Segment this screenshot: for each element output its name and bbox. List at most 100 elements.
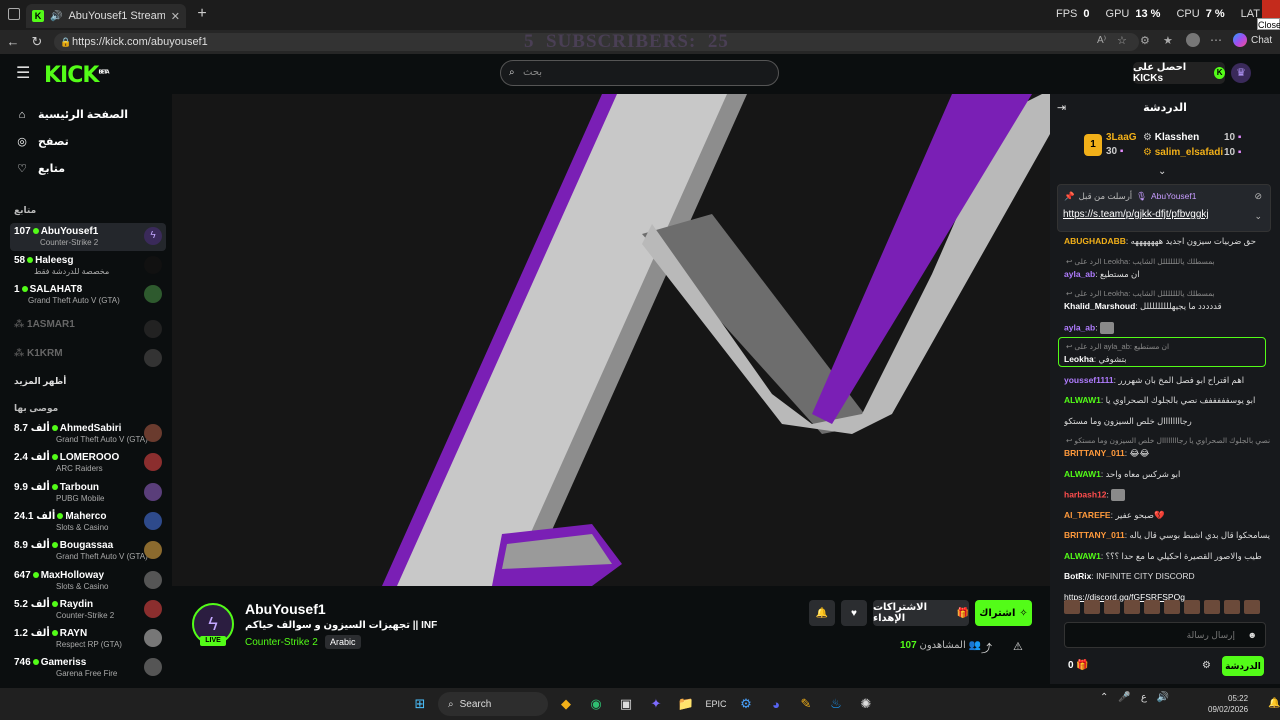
sidebar-channel-salahat8[interactable]: 1 SALAHAT8 Grand Theft Auto V (GTA) [10,281,166,309]
emote-icon[interactable] [1084,600,1100,614]
copilot-chat-button[interactable]: Chat [1233,33,1272,47]
favorite-icon[interactable]: ☆ [1117,34,1127,47]
start-icon[interactable]: ⊞ [408,692,432,716]
chat-message[interactable]: Leokha: بتشوفي [1064,354,1270,365]
gifter-1[interactable]: 3LaaG [1106,132,1137,143]
extensions-icon[interactable]: ⚙ [1140,34,1150,47]
pinned-message[interactable]: 📌 أرسلت من قبل 🎙 AbuYousef1 https://s.te… [1057,184,1271,232]
steam-icon[interactable]: ♨ [824,692,848,716]
edge-icon[interactable]: ◉ [584,692,608,716]
user-avatar[interactable]: ♛ [1231,63,1251,83]
chatgpt-icon[interactable]: ✺ [854,692,878,716]
profile-avatar[interactable] [1186,33,1200,47]
sidebar-recommended-raydin[interactable]: 5.2 ألف Raydin Counter-Strike 2 [10,596,166,624]
chat-message[interactable]: BotRix: INFINITE CITY DISCORD [1064,571,1270,581]
chat-message[interactable]: ayla_ab: ان مستطيع [1064,269,1270,280]
gifter-2[interactable]: ⚙ Klasshen [1143,132,1199,143]
chat-input[interactable]: إرسال رسالة ☻ [1064,622,1266,648]
chat-message[interactable]: BRITTANY_011: الله يسامحكوا قال بدي اشبط… [1064,530,1270,541]
store-icon[interactable]: ▣ [614,692,638,716]
language-indicator[interactable]: ع [1141,692,1147,703]
emote-icon[interactable] [1204,600,1220,614]
share-icon[interactable]: ⤴ [981,640,992,656]
notification-icon[interactable]: 🔔 [1268,698,1280,709]
notification-bell-button[interactable]: 🔔 [809,600,835,626]
refresh-icon[interactable]: ↻ [28,33,46,51]
window-close-icon[interactable] [1262,0,1280,18]
sidebar-recommended-gameriss[interactable]: 746 Gameriss Garena Free Fire [10,654,166,682]
sidebar-recommended-lomerooo[interactable]: 2.4 ألف LOMEROOO ARC Raiders [10,449,166,477]
chat-message[interactable]: Al_TAREFE: صبحو عفير💔 [1064,510,1270,521]
follow-heart-button[interactable]: ♥ [841,600,867,626]
language-tag[interactable]: Arabic [325,635,361,649]
expand-gifters-icon[interactable]: ⌄ [1158,166,1166,177]
emote-icon[interactable] [1224,600,1240,614]
read-aloud-icon[interactable]: A⁾ [1097,35,1106,46]
discord-icon[interactable]: ◕ [764,692,788,716]
emote-icon[interactable] [1184,600,1200,614]
emote-icon[interactable] [1144,600,1160,614]
sidebar-recommended-maxholloway[interactable]: 647 MaxHolloway Slots & Casino [10,567,166,595]
more-icon[interactable]: ⋯ [1210,33,1222,47]
gift-subs-button[interactable]: الاشتراكات الإهداء 🎁 [873,600,969,626]
emoji-icon[interactable]: ☻ [1248,623,1257,647]
sidebar-channel-abuyousef1[interactable]: 107 AbuYousef1 Counter-Strike 2 ϟ [10,223,166,251]
sidebar-recommended-maherco[interactable]: 24.1 ألف Maherco Slots & Casino [10,508,166,536]
chat-message[interactable]: ALWAW1: ابو شركس معاه واحد [1064,469,1270,480]
gifter-3[interactable]: ⚙ salim_elsafadi [1143,147,1223,158]
hamburger-menu-icon[interactable]: ☰ [16,66,32,82]
streamer-name[interactable]: AbuYousef1 [245,601,326,617]
sidebar-recommended-bougassaa[interactable]: 8.9 ألف Bougassaa Grand Theft Auto V (GTA) [10,537,166,565]
collections-icon[interactable]: ★ [1163,34,1173,47]
show-more-link[interactable]: أظهر المزيد [14,376,66,387]
video-player[interactable] [172,94,1050,586]
unpin-icon[interactable]: ⊘ [1254,191,1262,202]
emote-icon[interactable] [1164,600,1180,614]
kick-logo[interactable]: KICKBETA [44,63,110,88]
pen-app-icon[interactable]: ✎ [794,692,818,716]
chat-message[interactable]: ayla_ab: [1064,321,1270,334]
chat-message[interactable]: ALWAW1: طيب والاصور القصيرة احكيلي ما مع… [1064,551,1270,562]
sidebar-recommended-tarboun[interactable]: 9.9 ألف Tarboun PUBG Mobile [10,479,166,507]
back-icon[interactable]: ← [4,33,22,51]
taskbar-clock[interactable]: 05:22 09/02/2026 [1208,693,1248,715]
chat-message[interactable]: ABUGHADABB: حق ضربيات سيزون اجديد هههههه… [1064,236,1270,247]
sidebar-item-browse[interactable]: ◎ تصفح [16,135,69,148]
tab-close-icon[interactable]: ✕ [171,10,180,23]
stream-category[interactable]: Counter-Strike 2 [245,637,318,648]
volume-icon[interactable]: 🔊 [1157,692,1169,703]
tray-expand-icon[interactable]: ⌃ [1100,692,1108,703]
microphone-icon[interactable]: 🎤 [1118,692,1130,703]
chat-message[interactable]: BRITTANY_011: 😂😂 [1064,448,1270,459]
report-icon[interactable]: ⚠ [1013,640,1023,653]
chat-message[interactable]: ALWAW1: ابو يوسفففففف نصي بالجلوك الصحرا… [1064,395,1270,406]
emote-icon[interactable] [1124,600,1140,614]
chat-send-button[interactable]: الدردشة [1222,656,1264,676]
chat-message[interactable]: youssef1111: اهم اقتراح ابو فصل المخ بان… [1064,375,1270,386]
sidebar-recommended-rayn[interactable]: 1.2 ألف RAYN Respect RP (GTA) [10,625,166,653]
search-input[interactable]: ⌕ بحث [500,60,779,86]
widget-icon[interactable]: ◆ [554,692,578,716]
emote-icon[interactable] [1244,600,1260,614]
copilot-taskbar-icon[interactable]: ✦ [644,692,668,716]
subscribe-button[interactable]: اشتراك ✧ [975,600,1032,626]
chat-message[interactable]: رجاااااااال خلص السيزون وما مستكو [1064,416,1270,427]
browser-menu-icon[interactable] [8,8,20,20]
sidebar-channel-k1krm[interactable]: ⁂ K1KRM [10,345,166,373]
kicks-balance[interactable]: 0 🎁 [1068,660,1089,671]
pinned-link[interactable]: https://s.team/p/gjkk-dfjt/pfbvggkj [1063,209,1209,220]
sidebar-item-home[interactable]: ⌂ الصفحة الرئيسية [16,108,128,122]
emote-icon[interactable] [1104,600,1120,614]
sidebar-item-following[interactable]: ♡ متابع [16,162,65,175]
chat-message[interactable]: harbash12: [1064,489,1270,501]
browser-tab[interactable]: K 🔊 AbuYousef1 Stream - Watch L ✕ [26,4,186,28]
file-explorer-icon[interactable]: 📁 [674,692,698,716]
chat-settings-icon[interactable]: ⚙ [1202,660,1211,671]
settings-icon[interactable]: ⚙ [734,692,758,716]
new-tab-icon[interactable]: + [193,5,211,23]
chat-message[interactable]: Khalid_Marshoud: قددددد ما يجيهللللللللل… [1064,301,1270,312]
sidebar-channel-1asmar1[interactable]: ⁂ 1ASMAR1 [10,316,166,344]
chevron-down-icon[interactable]: ⌄ [1254,211,1262,222]
get-kicks-button[interactable]: احصل على KICKs K [1133,62,1225,84]
epic-games-icon[interactable]: EPIC [704,692,728,716]
